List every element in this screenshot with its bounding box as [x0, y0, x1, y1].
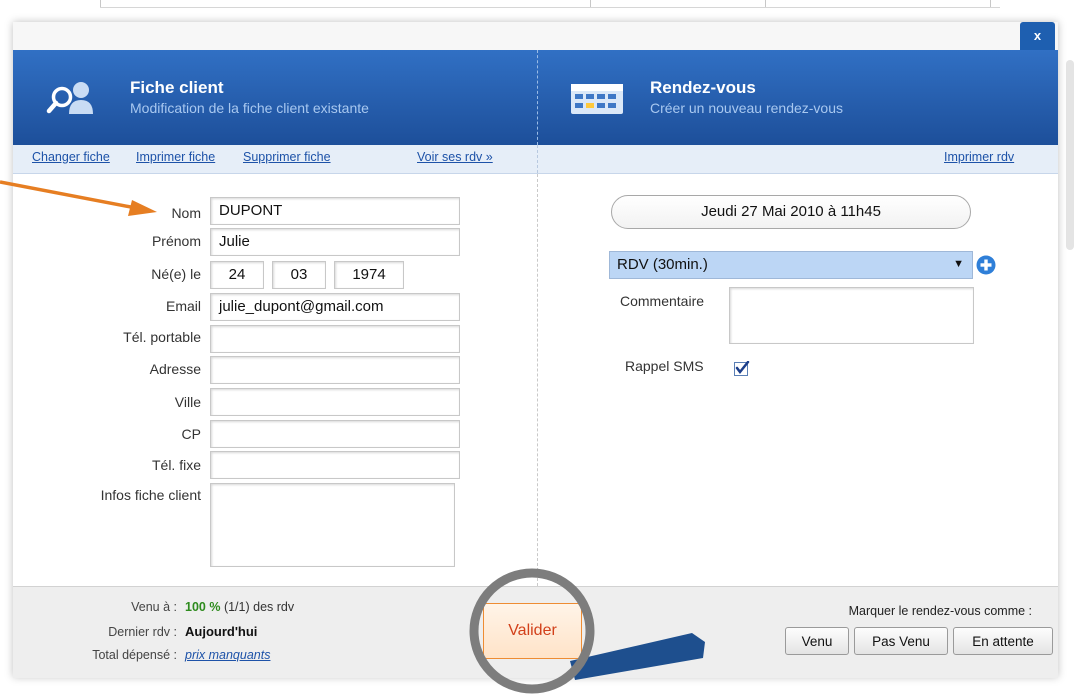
annotation-overlay: [0, 180, 705, 694]
arrow-icon: [0, 180, 157, 216]
magnifier-annotation-icon: [469, 568, 705, 694]
